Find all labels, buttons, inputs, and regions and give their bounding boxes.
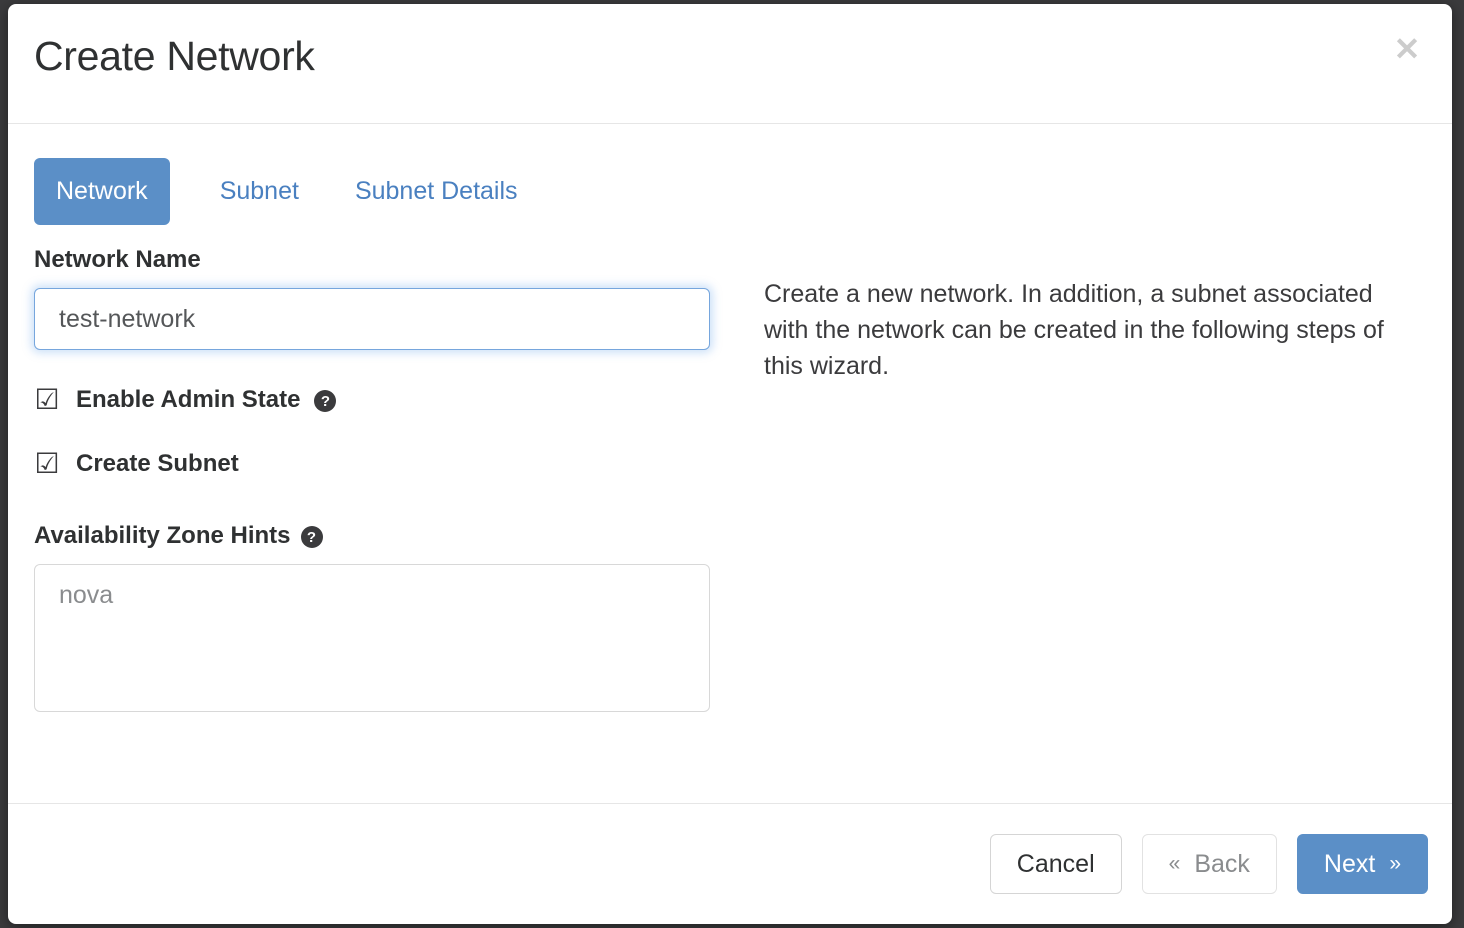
network-form: Network Name ☑ Enable Admin State ? ☑ Cr… [34,246,710,712]
chevron-left-icon: « [1168,852,1181,875]
help-text: Create a new network. In addition, a sub… [764,280,1384,380]
enable-admin-state-label: Enable Admin State ? [76,386,337,414]
next-button-label: Next [1323,849,1376,878]
help-icon[interactable]: ? [300,526,323,548]
network-name-label: Network Name [34,246,710,274]
tab-subnet-details[interactable]: Subnet Details [337,158,536,225]
back-button-label: Back [1194,849,1250,878]
network-name-input[interactable] [34,288,710,350]
create-network-dialog: Create Network ✕ Network Subnet Subnet D… [8,4,1452,924]
dialog-footer: Cancel « Back Next » [8,804,1452,924]
network-name-label-text: Network Name [34,246,201,273]
availability-zone-hints-label: Availability Zone Hints ? [34,522,710,550]
availability-zone-hints-select[interactable]: nova [34,564,710,712]
enable-admin-state-checkbox[interactable]: ☑ [34,386,60,414]
create-subnet-label: Create Subnet [76,450,239,478]
next-button[interactable]: Next » [1296,834,1428,894]
page-title: Create Network [34,33,315,79]
chevron-right-icon: » [1389,852,1401,875]
enable-admin-state-row[interactable]: ☑ Enable Admin State ? [34,386,710,414]
help-icon[interactable]: ? [314,390,337,412]
wizard-tabs: Network Subnet Subnet Details [34,158,556,225]
cancel-button[interactable]: Cancel [989,834,1122,894]
create-subnet-checkbox[interactable]: ☑ [34,450,60,478]
tab-subnet[interactable]: Subnet [202,158,317,225]
close-icon[interactable]: ✕ [1388,30,1426,68]
create-subnet-label-text: Create Subnet [76,450,239,477]
enable-admin-state-label-text: Enable Admin State [76,386,301,413]
dialog-body: Network Subnet Subnet Details Network Na… [8,124,1452,804]
back-button[interactable]: « Back [1141,834,1277,894]
dialog-header: Create Network ✕ [8,4,1452,124]
availability-zone-hints-block: Availability Zone Hints ? nova [34,522,710,712]
create-subnet-row[interactable]: ☑ Create Subnet [34,450,710,478]
tab-network[interactable]: Network [34,158,170,225]
availability-zone-hints-label-text: Availability Zone Hints [34,522,291,549]
